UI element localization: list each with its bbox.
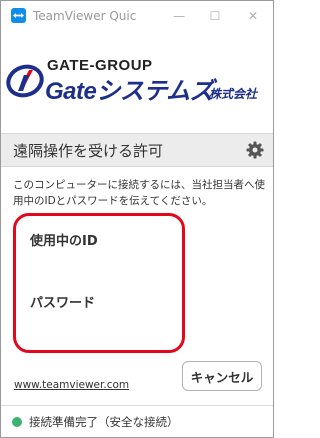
close-icon: ✕ (247, 9, 259, 23)
status-text: 接続準備完了（安全な接続） (29, 415, 179, 429)
password-label: パスワード (30, 296, 96, 311)
teamviewer-icon (11, 8, 26, 23)
status-indicator-icon (12, 417, 22, 427)
close-button[interactable]: ✕ (235, 1, 271, 31)
gear-icon[interactable] (245, 140, 265, 160)
gate-logo-mark-icon (6, 64, 44, 98)
teamviewer-quicksupport-window: TeamViewer Quic — ☐ ✕ GATE-GROUP Gateシステ… (0, 0, 274, 438)
your-id-label: 使用中のID (30, 234, 98, 249)
maximize-icon: ☐ (209, 9, 221, 23)
window-title: TeamViewer Quic (33, 9, 137, 23)
cancel-button[interactable]: キャンセル (182, 361, 262, 391)
logo-suffix-text: 株式会社 (209, 87, 258, 101)
maximize-button[interactable]: ☐ (197, 1, 233, 31)
credentials-panel: 使用中のID パスワード (13, 213, 185, 353)
title-bar[interactable]: TeamViewer Quic — ☐ ✕ (1, 1, 273, 31)
instructions-text: このコンピューターに接続するには、当社担当者へ使用中のIDとパスワードを伝えてく… (13, 179, 265, 207)
minimize-button[interactable]: — (161, 1, 197, 31)
section-header: 遠隔操作を受ける許可 (1, 133, 273, 167)
company-logo: GATE-GROUP Gateシステムズ 株式会社 (1, 53, 273, 113)
logo-brand-text: Gateシステムズ (45, 78, 214, 105)
status-bar: 接続準備完了（安全な接続） (1, 405, 273, 437)
minimize-icon: — (173, 9, 185, 23)
teamviewer-website-link[interactable]: www.teamviewer.com (14, 379, 129, 391)
section-title: 遠隔操作を受ける許可 (13, 142, 164, 160)
